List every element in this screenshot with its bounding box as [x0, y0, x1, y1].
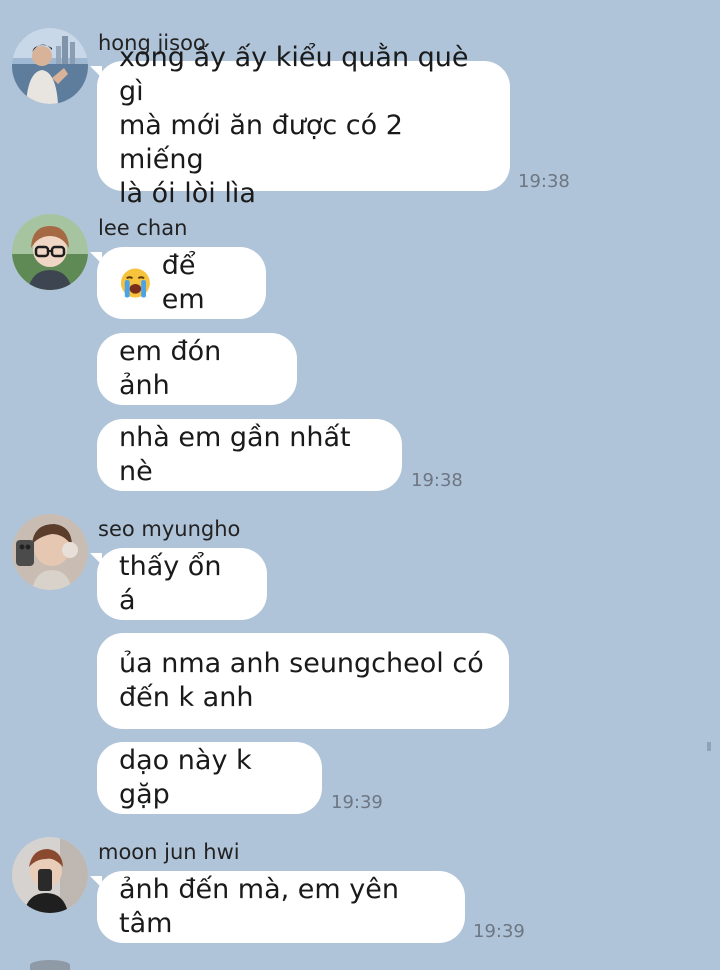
scrollbar-thumb[interactable] — [707, 742, 711, 751]
message-text: ủa nma anh seungcheol có đến k anh — [119, 648, 484, 713]
message-text: ảnh đến mà, em yên tâm — [119, 874, 400, 939]
message-timestamp: 19:38 — [518, 171, 570, 192]
message-text: thấy ổn á — [119, 551, 222, 616]
message-timestamp: 19:38 — [411, 470, 463, 491]
sender-name: seo myungho — [98, 517, 241, 541]
message-text: nhà em gần nhất nè — [119, 422, 351, 487]
message-bubble[interactable]: xong ấy ấy kiểu quằn què gì mà mới ăn đư… — [97, 42, 510, 209]
message-text: để em — [161, 250, 205, 315]
profile-photo-icon — [12, 214, 88, 290]
profile-photo-icon — [12, 28, 88, 104]
message-text: dạo này k gặp — [119, 745, 252, 810]
avatar-lee-chan[interactable] — [12, 214, 88, 290]
message-bubble[interactable]: ủa nma anh seungcheol có đến k anh — [97, 633, 509, 729]
message-text: xong ấy ấy kiểu quằn què gì mà mới ăn đư… — [119, 42, 469, 209]
sender-name: lee chan — [98, 216, 188, 240]
profile-photo-icon — [12, 837, 88, 913]
message-bubble[interactable]: dạo này k gặp — [97, 742, 322, 814]
message-bubble[interactable]: để em — [97, 247, 266, 319]
sender-name: moon jun hwi — [98, 840, 240, 864]
message-bubble[interactable]: em đón ảnh — [97, 333, 297, 405]
message-timestamp: 19:39 — [473, 921, 525, 942]
avatar-moon-jun-hwi[interactable] — [12, 837, 88, 913]
message-timestamp: 19:39 — [331, 792, 383, 813]
message-text: em đón ảnh — [119, 336, 222, 401]
message-bubble[interactable]: nhà em gần nhất nè — [97, 419, 402, 491]
profile-photo-icon — [12, 514, 88, 590]
loudly-crying-face-icon — [120, 268, 150, 298]
avatar-hong-jisoo[interactable] — [12, 28, 88, 104]
message-bubble[interactable]: ảnh đến mà, em yên tâm — [97, 871, 465, 943]
message-bubble[interactable]: thấy ổn á — [97, 548, 267, 620]
partial-avatar — [30, 960, 70, 970]
avatar-seo-myungho[interactable] — [12, 514, 88, 590]
